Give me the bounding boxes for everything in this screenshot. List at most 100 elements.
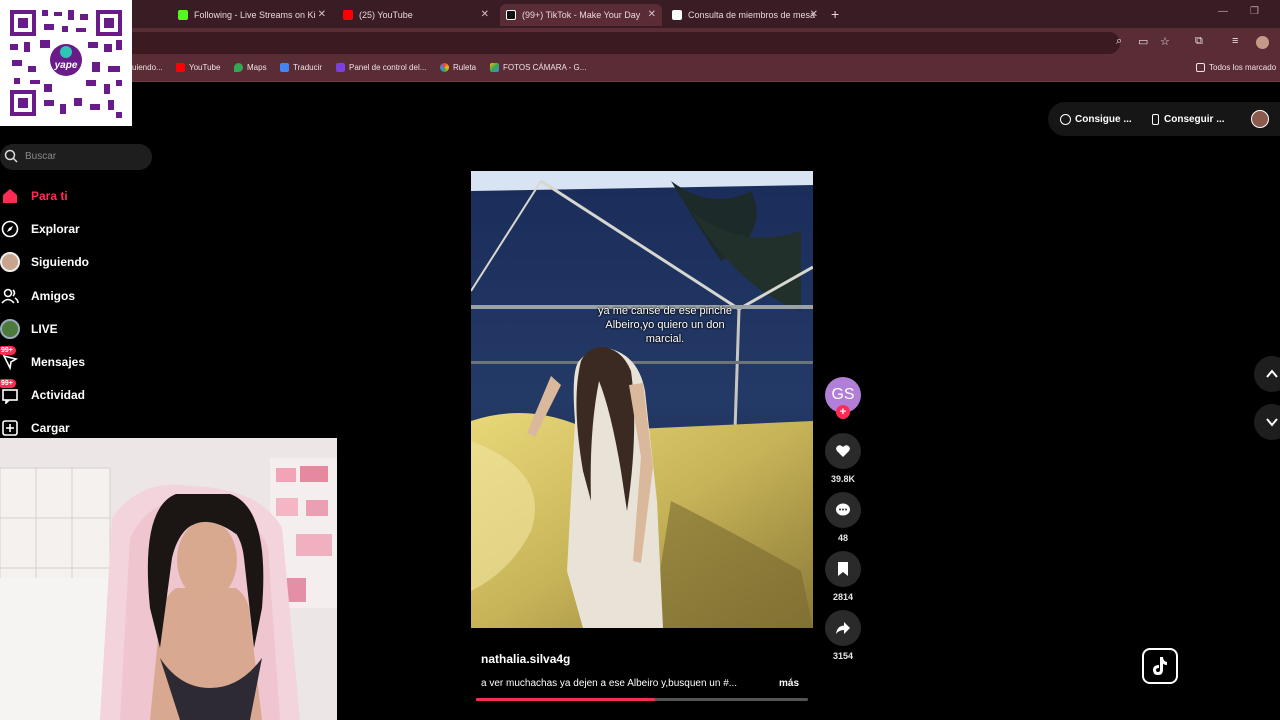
minimize-icon[interactable]: — (1218, 6, 1228, 17)
bookmark-icon (838, 562, 848, 576)
kick-icon (178, 10, 188, 20)
compass-icon (0, 219, 20, 239)
tab-title: Consulta de miembros de mesa (688, 10, 816, 20)
media-icon[interactable]: ≡ (1232, 35, 1238, 47)
youtube-icon (343, 10, 353, 20)
close-icon[interactable]: ✕ (648, 9, 656, 20)
follow-button[interactable]: + (836, 405, 850, 419)
share-icon (836, 622, 850, 634)
maximize-icon[interactable]: ❐ (1250, 6, 1259, 17)
sidebar-item-label: Para ti (31, 189, 68, 203)
bookmark-item[interactable]: FOTOS CÁMARA - G... (490, 63, 586, 72)
extensions-icon[interactable]: ⧉ (1195, 35, 1203, 48)
tiktok-logo-icon[interactable] (1142, 648, 1178, 684)
svg-text:yape: yape (54, 60, 78, 71)
sidebar-item-label: Actividad (31, 388, 86, 402)
yape-qr-code: yape (0, 0, 132, 126)
profile-icon[interactable] (1256, 36, 1269, 49)
video-player[interactable] (471, 171, 813, 628)
comment-button[interactable] (825, 492, 861, 528)
tab-tiktok[interactable]: (99+) TikTok - Make Your Day ✕ (500, 4, 662, 26)
comment-count: 48 (837, 533, 848, 543)
tab-title: (99+) TikTok - Make Your Day (522, 10, 641, 20)
address-bar (0, 28, 1280, 58)
sidebar-item-para-ti[interactable]: Para ti (0, 186, 68, 206)
video-progress-fill (476, 698, 656, 701)
sidebar-item-actividad[interactable]: 99+ Actividad (0, 379, 86, 405)
video-progress-bar[interactable] (476, 698, 808, 701)
share-count: 3154 (832, 651, 854, 661)
upload-icon (0, 418, 20, 438)
video-description: a ver muchachas ya dejen a ese Albeiro y… (481, 678, 738, 689)
maps-icon (234, 63, 243, 72)
like-button[interactable] (825, 433, 861, 469)
messages-icon: 99+ (0, 346, 20, 372)
sidebar-item-label: Cargar (31, 421, 70, 435)
get-coins-button[interactable]: Consigue ... (1060, 108, 1132, 130)
search-icon (4, 149, 18, 163)
heart-icon (836, 445, 850, 457)
coin-icon (1060, 113, 1071, 125)
sidebar-item-label: Mensajes (31, 355, 86, 369)
zoom-icon[interactable]: ⌕ (1116, 35, 1122, 48)
save-count: 2814 (832, 592, 854, 602)
sidebar-item-cargar[interactable]: Cargar (0, 418, 70, 438)
tab-kick[interactable]: Following - Live Streams on Ki ✕ (172, 4, 332, 26)
tab-consulta[interactable]: Consulta de miembros de mesa ✕ (666, 4, 824, 26)
bookmark-item[interactable]: Maps (234, 63, 267, 72)
unread-badge: 99+ (0, 379, 16, 388)
sidebar-item-label: Siguiendo (31, 255, 89, 269)
chevron-down-icon (1266, 418, 1278, 427)
tab-youtube[interactable]: (25) YouTube ✕ (337, 4, 495, 26)
sidebar-item-siguiendo[interactable]: Siguiendo (0, 252, 89, 272)
search-input[interactable]: Buscar (0, 144, 152, 170)
close-icon[interactable]: ✕ (318, 9, 326, 20)
cast-icon[interactable]: ▭ (1138, 35, 1148, 48)
close-icon[interactable]: ✕ (481, 9, 489, 20)
all-bookmarks[interactable]: Todos los marcado (1196, 63, 1276, 72)
user-avatar[interactable] (1251, 110, 1269, 128)
bookmark-item[interactable]: Traducir (280, 63, 322, 72)
bookmark-item[interactable]: YouTube (176, 63, 220, 72)
document-icon (672, 10, 682, 20)
video-caption: ya me cansé de ese pinche Albeiro,yo qui… (598, 305, 732, 345)
sidebar-item-mensajes[interactable]: 99+ Mensajes (0, 346, 86, 372)
unread-badge: 99+ (0, 346, 16, 355)
chevron-up-icon (1266, 369, 1278, 378)
bookmark-item[interactable]: uiendo... (132, 63, 163, 72)
star-icon[interactable]: ☆ (1160, 35, 1170, 48)
more-link[interactable]: más (779, 678, 799, 689)
new-tab-button[interactable]: + (831, 6, 839, 22)
sidebar-item-label: Explorar (31, 222, 80, 236)
activity-icon: 99+ (0, 379, 20, 405)
sidebar-item-live[interactable]: LIVE (0, 319, 58, 339)
roulette-icon (440, 63, 449, 72)
youtube-icon (176, 63, 185, 72)
browser-tab-bar: Following - Live Streams on Ki ✕ (25) Yo… (0, 0, 1280, 28)
previous-video-button[interactable] (1254, 356, 1280, 392)
bookmark-item[interactable]: Panel de control del... (336, 63, 426, 72)
bookmark-item[interactable]: Ruleta (440, 63, 476, 72)
avatar-icon (0, 252, 20, 272)
save-button[interactable] (825, 551, 861, 587)
tiktok-icon (506, 10, 516, 20)
drive-icon (490, 63, 499, 72)
sidebar-item-amigos[interactable]: Amigos (0, 286, 75, 306)
webcam-overlay (0, 438, 337, 720)
home-icon (0, 186, 20, 206)
sidebar-item-explorar[interactable]: Explorar (0, 219, 80, 239)
translate-icon (280, 63, 289, 72)
get-app-button[interactable]: Conseguir ... (1152, 108, 1225, 130)
search-placeholder: Buscar (25, 151, 57, 162)
sidebar-item-label: LIVE (31, 322, 58, 336)
like-count: 39.8K (830, 474, 856, 484)
close-icon[interactable]: ✕ (810, 9, 818, 20)
folder-icon (1196, 63, 1205, 72)
share-button[interactable] (825, 610, 861, 646)
phone-icon (1152, 113, 1159, 125)
comment-icon (836, 503, 850, 516)
url-field[interactable] (120, 32, 1120, 54)
tab-title: Following - Live Streams on Ki (194, 10, 316, 20)
video-username[interactable]: nathalia.silva4g (481, 652, 570, 666)
next-video-button[interactable] (1254, 404, 1280, 440)
